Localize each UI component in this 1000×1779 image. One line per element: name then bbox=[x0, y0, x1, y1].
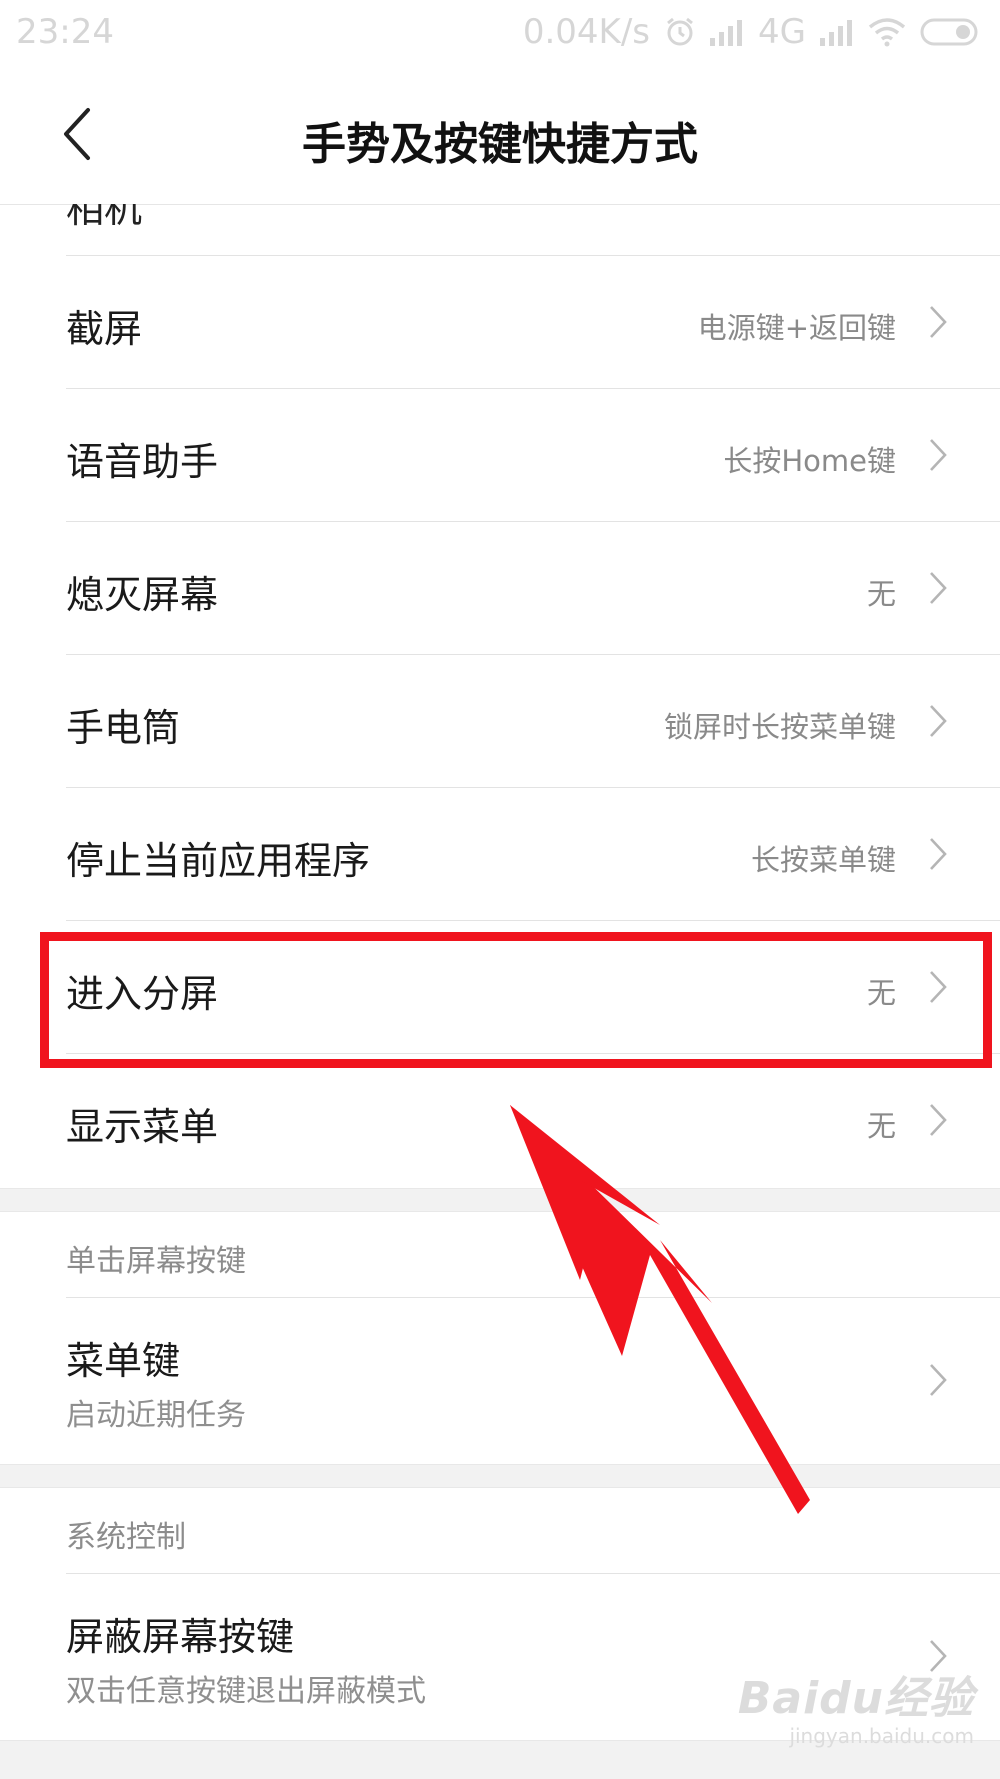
list-item-screen-off[interactable]: 熄灭屏幕 无 bbox=[0, 522, 1000, 655]
list-item-value: 无 bbox=[866, 577, 896, 611]
list-item-label: 手电筒 bbox=[66, 706, 181, 750]
list-item-subtitle: 启动近期任务 bbox=[66, 1398, 246, 1433]
chevron-right-icon bbox=[928, 570, 948, 606]
section-header-system-control: 系统控制 bbox=[0, 1486, 1000, 1574]
section-header-screen-keys: 单击屏幕按键 bbox=[0, 1210, 1000, 1298]
app-header: 手势及按键快捷方式 bbox=[0, 64, 1000, 205]
chevron-right-icon bbox=[928, 836, 948, 872]
watermark-main: Baidu经验 bbox=[737, 1673, 974, 1724]
chevron-right-icon bbox=[928, 1362, 948, 1398]
list-item-value: 无 bbox=[866, 1109, 896, 1143]
list-item-label: 相机 bbox=[66, 204, 143, 231]
list-item-partial[interactable]: 相机 bbox=[0, 204, 1000, 256]
page-title: 手势及按键快捷方式 bbox=[302, 119, 698, 170]
list-item-stop-current-app[interactable]: 停止当前应用程序 长按菜单键 bbox=[0, 788, 1000, 921]
list-item-value: 长按Home键 bbox=[723, 444, 896, 478]
alarm-icon bbox=[664, 16, 696, 48]
signal-icon bbox=[820, 18, 854, 46]
list-item-label: 语音助手 bbox=[66, 440, 219, 484]
chevron-right-icon bbox=[928, 304, 948, 340]
watermark-logo: Baidu经验 jingyan.baidu.com bbox=[738, 1662, 974, 1748]
highlight-box bbox=[40, 932, 992, 1068]
list-item-label: 截屏 bbox=[66, 307, 143, 351]
status-icons: 0.04K/s 4G bbox=[523, 12, 982, 52]
chevron-right-icon bbox=[928, 703, 948, 739]
section-header-label: 系统控制 bbox=[66, 1520, 186, 1555]
section-gap bbox=[0, 1188, 1000, 1212]
chevron-right-icon bbox=[928, 437, 948, 473]
watermark-sub: jingyan.baidu.com bbox=[789, 1724, 974, 1748]
list-item-label: 屏蔽屏幕按键 bbox=[66, 1615, 295, 1659]
list-item-flashlight[interactable]: 手电筒 锁屏时长按菜单键 bbox=[0, 655, 1000, 788]
net-speed: 0.04K/s bbox=[522, 12, 651, 52]
list-item-label: 停止当前应用程序 bbox=[66, 839, 371, 883]
chevron-right-icon bbox=[928, 1102, 948, 1138]
network-type: 4G bbox=[758, 12, 806, 52]
list-item-value: 电源键+返回键 bbox=[697, 311, 896, 345]
signal-icon bbox=[710, 18, 744, 46]
list-item-voice-assistant[interactable]: 语音助手 长按Home键 bbox=[0, 389, 1000, 522]
battery-icon bbox=[920, 17, 982, 47]
list-item-label: 显示菜单 bbox=[66, 1105, 219, 1149]
wifi-icon bbox=[868, 17, 906, 47]
list-item-screenshot[interactable]: 截屏 电源键+返回键 bbox=[0, 256, 1000, 389]
section-header-label: 单击屏幕按键 bbox=[66, 1244, 246, 1279]
list-item-value: 长按菜单键 bbox=[750, 843, 896, 877]
list-item-label: 菜单键 bbox=[66, 1339, 181, 1383]
list-item-menu-key[interactable]: 菜单键 启动近期任务 bbox=[0, 1298, 1000, 1464]
list-item-value: 锁屏时长按菜单键 bbox=[663, 710, 896, 744]
list-item-subtitle: 双击任意按键退出屏蔽模式 bbox=[66, 1674, 426, 1709]
section-gap bbox=[0, 1464, 1000, 1488]
status-time: 23:24 bbox=[16, 12, 114, 52]
status-bar: 23:24 0.04K/s 4G bbox=[0, 0, 1000, 64]
list-item-show-menu[interactable]: 显示菜单 无 bbox=[0, 1054, 1000, 1187]
list-item-label: 熄灭屏幕 bbox=[66, 573, 219, 617]
